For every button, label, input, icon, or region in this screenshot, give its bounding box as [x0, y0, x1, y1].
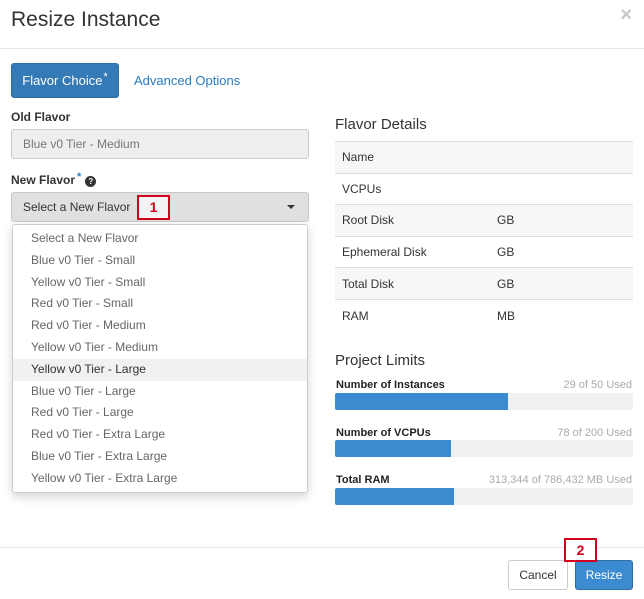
dropdown-option[interactable]: Blue v0 Tier - Small: [13, 250, 307, 272]
new-flavor-label-text: New Flavor: [11, 173, 76, 187]
annotation-callout-2: 2: [564, 538, 597, 562]
tab-flavor-choice-label: Flavor Choice: [22, 73, 103, 88]
progress-bar-instances: [335, 393, 633, 410]
table-row: Total Disk GB: [335, 267, 633, 300]
detail-name: RAM: [335, 298, 491, 332]
detail-value: GB: [491, 204, 633, 237]
limit-used-vcpus: 78 of 200 Used: [557, 427, 632, 439]
detail-name: Ephemeral Disk: [335, 235, 491, 268]
detail-value: [491, 172, 633, 205]
dropdown-option[interactable]: Select a New Flavor: [13, 228, 307, 250]
dropdown-option[interactable]: Red v0 Tier - Small: [13, 293, 307, 315]
flavor-details-title: Flavor Details: [335, 116, 427, 133]
progress-fill: [335, 440, 452, 457]
resize-button[interactable]: Resize: [575, 560, 633, 590]
tab-advanced-options[interactable]: Advanced Options: [134, 73, 240, 88]
cancel-button[interactable]: Cancel: [508, 560, 568, 590]
flavor-details-table: Name VCPUs Root Disk GB Ephemeral Disk G…: [335, 141, 633, 332]
dropdown-option[interactable]: Blue v0 Tier - Large: [13, 381, 307, 403]
tab-flavor-choice[interactable]: Flavor Choice*: [11, 63, 119, 98]
required-mark: *: [103, 71, 108, 83]
dropdown-option[interactable]: Yellow v0 Tier - Medium: [13, 337, 307, 359]
new-flavor-label: New Flavor *?: [11, 171, 97, 187]
modal-header: Resize Instance ×: [0, 0, 644, 49]
caret-down-icon: [287, 205, 295, 209]
limit-label-ram: Total RAM: [336, 474, 390, 486]
detail-name: VCPUs: [335, 172, 491, 205]
old-flavor-field: Blue v0 Tier - Medium: [11, 129, 309, 159]
close-icon[interactable]: ×: [620, 4, 632, 27]
table-row: RAM MB: [335, 298, 633, 332]
table-row: Ephemeral Disk GB: [335, 235, 633, 268]
dropdown-option[interactable]: Yellow v0 Tier - Extra Large: [13, 468, 307, 490]
progress-fill: [335, 393, 508, 410]
flavor-dropdown-menu: Select a New Flavor Blue v0 Tier - Small…: [12, 224, 308, 493]
table-row: Root Disk GB: [335, 204, 633, 237]
detail-value: [491, 141, 633, 174]
detail-name: Root Disk: [335, 204, 491, 237]
dropdown-option[interactable]: Red v0 Tier - Medium: [13, 315, 307, 337]
required-mark: *: [77, 171, 82, 183]
project-limits-title: Project Limits: [335, 352, 426, 369]
dropdown-option[interactable]: Red v0 Tier - Extra Large: [13, 424, 307, 446]
limit-label-instances: Number of Instances: [336, 379, 445, 391]
table-row: Name: [335, 141, 633, 174]
limit-used-ram: 313,344 of 786,432 MB Used: [488, 474, 632, 486]
dropdown-option[interactable]: Red v0 Tier - Large: [13, 402, 307, 424]
table-row: VCPUs: [335, 172, 633, 205]
detail-value: GB: [491, 235, 633, 268]
progress-bar-vcpus: [335, 440, 633, 457]
limit-used-instances: 29 of 50 Used: [563, 379, 633, 391]
dropdown-option[interactable]: Blue v0 Tier - Extra Large: [13, 446, 307, 468]
modal-title: Resize Instance: [11, 8, 161, 31]
detail-name: Name: [335, 141, 491, 174]
detail-value: GB: [491, 267, 633, 300]
dropdown-option[interactable]: Yellow v0 Tier - Small: [13, 272, 307, 294]
detail-value: MB: [491, 298, 633, 332]
dropdown-option-highlighted[interactable]: Yellow v0 Tier - Large: [13, 358, 307, 381]
limit-label-vcpus: Number of VCPUs: [336, 427, 431, 439]
progress-bar-ram: [335, 488, 633, 505]
progress-fill: [335, 488, 454, 505]
annotation-callout-1: 1: [137, 195, 170, 220]
new-flavor-select-value: Select a New Flavor: [23, 200, 131, 214]
detail-name: Total Disk: [335, 267, 491, 300]
question-circle-icon[interactable]: ?: [85, 176, 97, 187]
old-flavor-label: Old Flavor: [11, 110, 71, 124]
